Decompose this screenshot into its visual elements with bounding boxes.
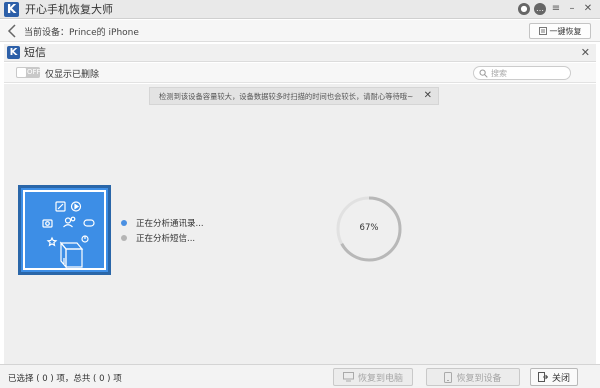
app-logo-icon: K (4, 2, 19, 17)
panel-logo-icon: K (7, 46, 20, 59)
status-label: 正在分析短信... (136, 234, 196, 244)
panel-close-icon[interactable]: ✕ (581, 46, 590, 59)
exit-icon (537, 372, 548, 382)
selection-count: 已选择 ( 0 ) 项，总共 ( 0 ) 项 (8, 374, 122, 384)
app-titlebar: K 开心手机恢复大师 ● … ≡ – ✕ (0, 0, 600, 19)
footer-bar: 已选择 ( 0 ) 项，总共 ( 0 ) 项 恢复到电脑 恢复到设备 关闭 (0, 364, 600, 388)
scan-notice: 检测到该设备容量较大，设备数据较多时扫描的时间也会较长，请耐心等待哦~ ✕ (149, 87, 439, 105)
status-dot-active (121, 220, 127, 226)
computer-icon (342, 372, 354, 382)
back-arrow-icon[interactable] (6, 23, 18, 39)
window-controls: ● … ≡ – ✕ (518, 3, 594, 15)
show-deleted-toggle[interactable]: OFF (16, 67, 41, 78)
minimize-icon[interactable]: – (566, 3, 578, 15)
wechat-icon[interactable]: ● (518, 3, 530, 15)
menu-icon[interactable]: ≡ (550, 3, 562, 15)
filter-bar: OFF 仅显示已删除 搜索 (4, 63, 596, 83)
status-dot-pending (121, 235, 127, 241)
scan-progress: 67% (334, 194, 404, 264)
app-title: 开心手机恢复大师 (25, 3, 113, 16)
device-bar: 当前设备：Prince的 iPhone 一键恢复 (0, 20, 600, 42)
scan-notice-text: 检测到该设备容量较大，设备数据较多时扫描的时间也会较长，请耐心等待哦~ (159, 92, 414, 101)
restore-to-pc-label: 恢复到电脑 (357, 373, 403, 384)
search-placeholder: 搜索 (491, 69, 507, 78)
close-label: 关闭 (551, 373, 570, 384)
one-click-restore-button[interactable]: 一键恢复 (529, 23, 591, 39)
close-button[interactable]: 关闭 (530, 368, 578, 386)
restore-to-device-button[interactable]: 恢复到设备 (426, 368, 520, 386)
show-deleted-label: 仅显示已删除 (45, 70, 100, 80)
search-icon (479, 69, 488, 78)
search-input[interactable]: 搜索 (473, 66, 571, 80)
notice-close-icon[interactable]: ✕ (424, 90, 432, 101)
progress-percent: 67% (359, 223, 379, 233)
panel-title: 短信 (24, 46, 46, 59)
close-window-icon[interactable]: ✕ (582, 3, 594, 15)
toggle-state-label: OFF (27, 68, 41, 76)
phone-icon (444, 371, 453, 383)
scan-illustration (18, 185, 111, 275)
one-click-restore-label: 一键恢复 (549, 26, 582, 36)
current-device-label: 当前设备：Prince的 iPhone (24, 28, 139, 38)
panel-header: K 短信 ✕ (4, 44, 596, 62)
chat-icon[interactable]: … (534, 3, 546, 15)
restore-icon (538, 27, 547, 35)
status-label: 正在分析通讯录... (136, 219, 204, 229)
restore-to-device-label: 恢复到设备 (456, 373, 502, 384)
toggle-knob (17, 68, 26, 77)
restore-to-pc-button[interactable]: 恢复到电脑 (333, 368, 413, 386)
data-box-icon (42, 201, 95, 269)
scan-content-area: 检测到该设备容量较大，设备数据较多时扫描的时间也会较长，请耐心等待哦~ ✕ 正在… (4, 84, 596, 364)
